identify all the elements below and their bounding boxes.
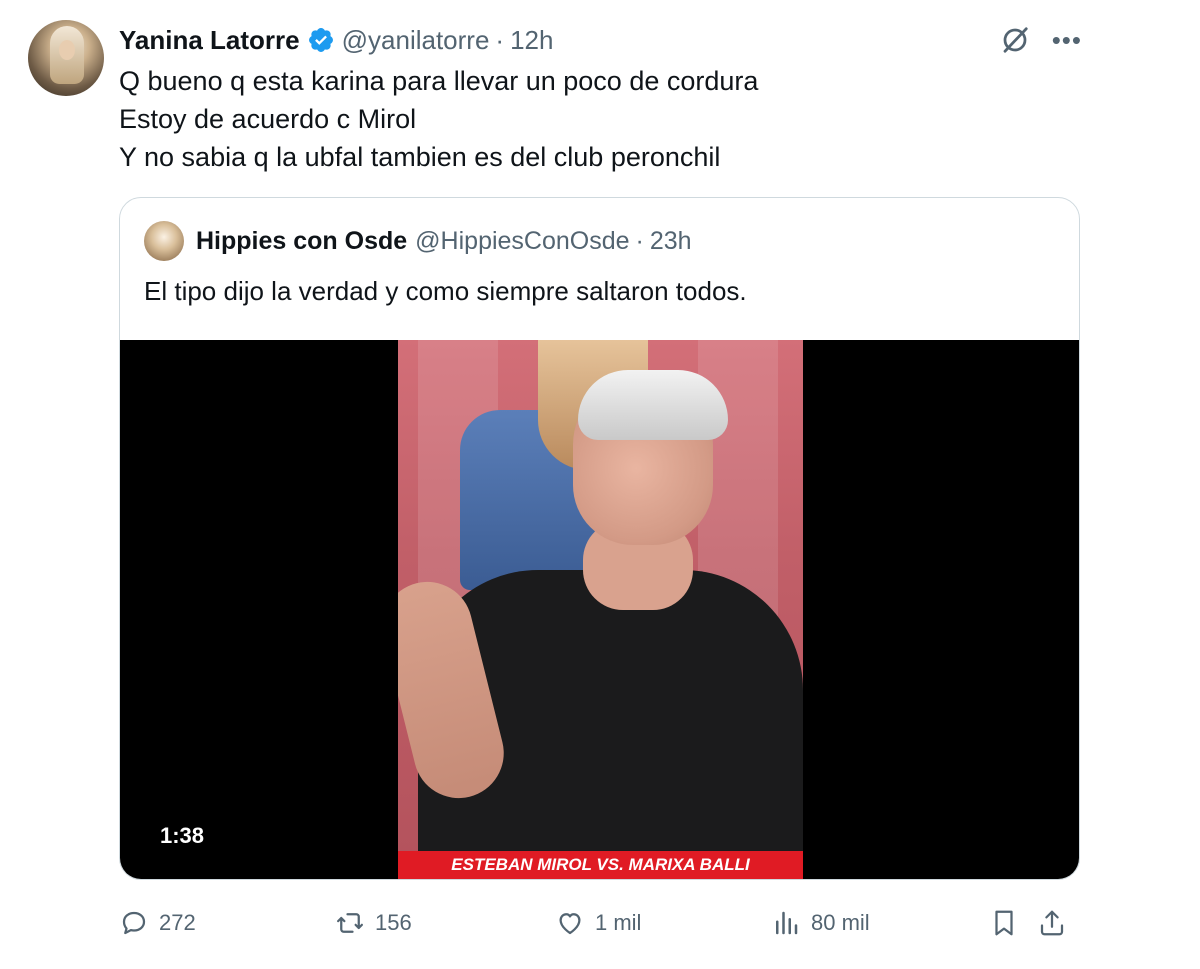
reply-count: 272 (159, 910, 196, 935)
quote-time[interactable]: 23h (650, 227, 692, 256)
share-button[interactable] (1037, 902, 1077, 944)
avatar-face (59, 40, 75, 60)
views-icon (776, 911, 798, 935)
reply-icon (122, 911, 146, 935)
tweet-text-line: Y no sabia q la ubfal tambien es del clu… (119, 142, 721, 172)
views-button[interactable]: 80 mil (771, 902, 870, 944)
video-duration: 1:38 (160, 823, 205, 848)
separator-dot: · (635, 226, 644, 255)
tweet-text-line: Q bueno q esta karina para llevar un poc… (119, 66, 759, 96)
tweet-actions: 272 156 1 mil 80 mil (119, 902, 1080, 944)
repost-button[interactable]: 156 (335, 902, 412, 944)
man-hair (578, 370, 728, 440)
author-handle[interactable]: @yanilatorre (342, 25, 490, 56)
share-icon (1040, 910, 1064, 936)
reply-button[interactable]: 272 (119, 902, 196, 944)
like-icon (559, 913, 581, 935)
quote-author-name[interactable]: Hippies con Osde (196, 227, 407, 256)
verified-badge-icon (308, 28, 333, 52)
repost-count: 156 (375, 910, 412, 935)
like-button[interactable]: 1 mil (555, 902, 641, 944)
quote-author-handle[interactable]: @HippiesConOsde (415, 227, 629, 256)
tweet-top-actions: ••• (1000, 25, 1082, 55)
tweet-text-line: Estoy de acuerdo c Mirol (119, 104, 417, 134)
separator-dot: · (495, 24, 505, 55)
more-icon[interactable]: ••• (1052, 25, 1082, 55)
like-count: 1 mil (595, 910, 642, 935)
quote-text: El tipo dijo la verdad y como siempre sa… (144, 276, 747, 306)
view-count: 80 mil (811, 910, 870, 935)
tweet-text: Q bueno q esta karina para llevar un poc… (119, 62, 758, 176)
video-banner: ESTEBAN MIROL VS. MARIXA BALLI (398, 851, 803, 879)
author-avatar[interactable] (28, 20, 104, 96)
quote-header: Hippies con Osde @HippiesConOsde · 23h (144, 220, 692, 262)
video-frame: ESTEBAN MIROL VS. MARIXA BALLI (398, 340, 803, 879)
quoted-tweet[interactable]: Hippies con Osde @HippiesConOsde · 23h E… (119, 197, 1080, 880)
author-name[interactable]: Yanina Latorre (119, 25, 300, 56)
grok-icon[interactable] (1000, 25, 1030, 55)
bookmark-button[interactable] (989, 902, 1029, 944)
tweet-header: Yanina Latorre @yanilatorre · 12h (119, 22, 553, 58)
bookmark-icon (995, 910, 1013, 936)
tweet-time[interactable]: 12h (510, 25, 553, 56)
quote-author-avatar[interactable] (144, 221, 184, 261)
repost-icon (337, 913, 363, 933)
video-player[interactable]: ESTEBAN MIROL VS. MARIXA BALLI 1:38 (120, 340, 1079, 879)
